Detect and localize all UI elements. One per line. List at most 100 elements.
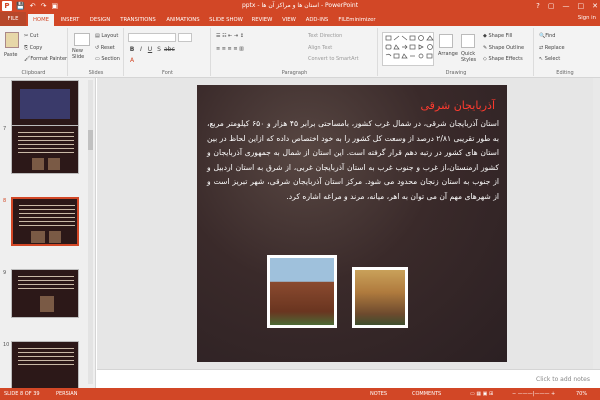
layout-button[interactable]: ▤ Layout (95, 33, 118, 39)
thumbnail-text (18, 352, 74, 353)
slide-thumbnail[interactable] (11, 125, 79, 174)
ribbon-display-icon[interactable]: ▢ (548, 2, 555, 10)
replace-button[interactable]: ⇄ Replace (539, 45, 565, 51)
current-slide[interactable]: آذربایجان شرقی استان آذربایجان شرقی، در … (197, 85, 507, 362)
thumbnail-text (19, 213, 75, 214)
tab-insert[interactable]: INSERT (57, 14, 83, 26)
select-button[interactable]: ↖ Select (539, 56, 560, 62)
sign-in-link[interactable]: Sign in (578, 15, 596, 21)
slide-thumbnails-panel: 7 8 9 10 (0, 78, 96, 388)
editing-label: Editing (556, 70, 574, 76)
notes-button[interactable]: NOTES (370, 391, 387, 397)
arrange-button[interactable]: Arrange (438, 51, 458, 57)
zoom-level[interactable]: 70% (576, 391, 587, 397)
thumbnails-scrollbar[interactable] (88, 80, 93, 384)
shapes-icon (385, 35, 434, 59)
tab-file[interactable]: FILE (0, 12, 26, 26)
thumbnail-text (18, 276, 74, 277)
arrange-icon[interactable] (439, 34, 453, 48)
building-photo-1[interactable] (267, 255, 337, 328)
slide-thumbnail-selected[interactable] (11, 197, 79, 246)
canvas-scrollbar[interactable] (593, 78, 600, 369)
clipboard-label: Clipboard (21, 70, 46, 76)
align-icons[interactable]: ≡ ≡ ≡ ≡ ▥ (216, 46, 244, 52)
window-controls: ? ▢ — □ ✕ (536, 0, 598, 12)
font-size-dropdown[interactable] (178, 33, 192, 42)
convert-smartart-button[interactable]: Convert to SmartArt (308, 56, 359, 62)
quick-styles-icon[interactable] (461, 34, 475, 48)
slide-number: 9 (3, 270, 7, 276)
align-text-button[interactable]: Align Text (308, 45, 332, 51)
slide-number: 10 (3, 342, 10, 348)
tab-design[interactable]: DESIGN (86, 14, 114, 26)
new-slide-icon[interactable] (74, 33, 90, 46)
tab-transitions[interactable]: TRANSITIONS (117, 14, 159, 26)
tab-animations[interactable]: ANIMATIONS (163, 14, 203, 26)
font-name-dropdown[interactable] (128, 33, 176, 42)
thumbnail-text (18, 136, 74, 137)
thumbnail-text (19, 225, 75, 226)
format-painter-button[interactable]: 🖌Format Painter (24, 56, 67, 62)
tab-view[interactable]: VIEW (279, 14, 299, 26)
tab-home[interactable]: HOME (28, 14, 54, 26)
thumbnail-text (19, 217, 75, 218)
drawing-group: Arrange Quick Styles ◆ Shape Fill ✎ Shap… (379, 28, 534, 76)
thumbnail-image (20, 89, 70, 119)
text-direction-button[interactable]: Text Direction (308, 33, 342, 39)
slide-thumbnail[interactable] (11, 269, 79, 318)
shapes-gallery[interactable] (382, 32, 434, 66)
thumbnail-image (49, 231, 61, 243)
slide-thumbnail[interactable] (11, 80, 79, 129)
quick-styles-button[interactable]: Quick Styles (461, 51, 479, 63)
underline-button[interactable]: U (146, 46, 154, 54)
zoom-slider[interactable]: − ———|——— + (512, 391, 555, 397)
bullets-icon[interactable]: ☰ ☷ ⇤ ⇥ ↕ (216, 33, 244, 39)
section-button[interactable]: ▭ Section (95, 56, 120, 62)
cut-button[interactable]: ✂ Cut (24, 33, 38, 39)
thumbnail-text (18, 140, 74, 141)
find-button[interactable]: 🔍Find (539, 33, 555, 39)
copy-button[interactable]: ⎘ Copy (24, 45, 42, 51)
slide-number: 8 (3, 198, 7, 204)
slide-thumbnail[interactable] (11, 341, 79, 388)
comments-button[interactable]: COMMENTS (412, 391, 441, 397)
shape-outline-button[interactable]: ✎ Shape Outline (483, 45, 524, 51)
scrollbar-thumb[interactable] (88, 130, 93, 150)
new-slide-button[interactable]: New Slide (72, 48, 92, 60)
thumbnail-text (18, 284, 74, 285)
clipboard-group: Paste ✂ Cut ⎘ Copy 🖌Format Painter Clipb… (0, 28, 68, 76)
shape-effects-button[interactable]: ◇ Shape Effects (483, 56, 523, 62)
minimize-icon[interactable]: — (563, 2, 570, 10)
reset-button[interactable]: ↺ Reset (95, 45, 115, 51)
thumbnail-text (18, 280, 74, 281)
font-color-button[interactable]: A (128, 57, 136, 65)
slide-counter: SLIDE 8 OF 39 (4, 391, 40, 397)
strikethrough-button[interactable]: abc (164, 46, 175, 54)
help-icon[interactable]: ? (536, 2, 540, 10)
tab-review[interactable]: REVIEW (249, 14, 275, 26)
paste-button[interactable]: Paste (4, 52, 18, 58)
slide-number: 7 (3, 126, 7, 132)
thumbnail-image (40, 296, 54, 312)
shape-fill-button[interactable]: ◆ Shape Fill (483, 33, 512, 39)
thumbnail-text (18, 348, 74, 349)
tab-fileminimizer[interactable]: FILEminimizer (335, 14, 379, 26)
language-indicator[interactable]: PERSIAN (56, 391, 77, 397)
italic-button[interactable]: I (137, 46, 145, 54)
ribbon-tabs: FILE HOME INSERT DESIGN TRANSITIONS ANIM… (0, 12, 600, 26)
view-buttons[interactable]: ▭ ▦ ▣ ⊞ (470, 391, 493, 397)
shadow-button[interactable]: S (155, 46, 163, 54)
maximize-icon[interactable]: □ (578, 2, 585, 10)
close-icon[interactable]: ✕ (592, 2, 598, 10)
slide-body-text[interactable]: استان آذربایجان شرقی، در شمال غرب کشور، … (207, 117, 499, 204)
building-photo-2[interactable] (352, 267, 408, 328)
paste-icon[interactable] (5, 32, 19, 48)
tab-slide-show[interactable]: SLIDE SHOW (207, 14, 245, 26)
notes-pane[interactable]: Click to add notes (97, 369, 600, 388)
tab-add-ins[interactable]: ADD-INS (303, 14, 331, 26)
drawing-label: Drawing (445, 70, 467, 76)
thumbnail-text (19, 209, 75, 210)
slide-title[interactable]: آذربایجان شرقی (421, 99, 495, 112)
bold-button[interactable]: B (128, 46, 136, 54)
paragraph-group: ☰ ☷ ⇤ ⇥ ↕ ≡ ≡ ≡ ≡ ▥ Text Direction Align… (212, 28, 378, 76)
